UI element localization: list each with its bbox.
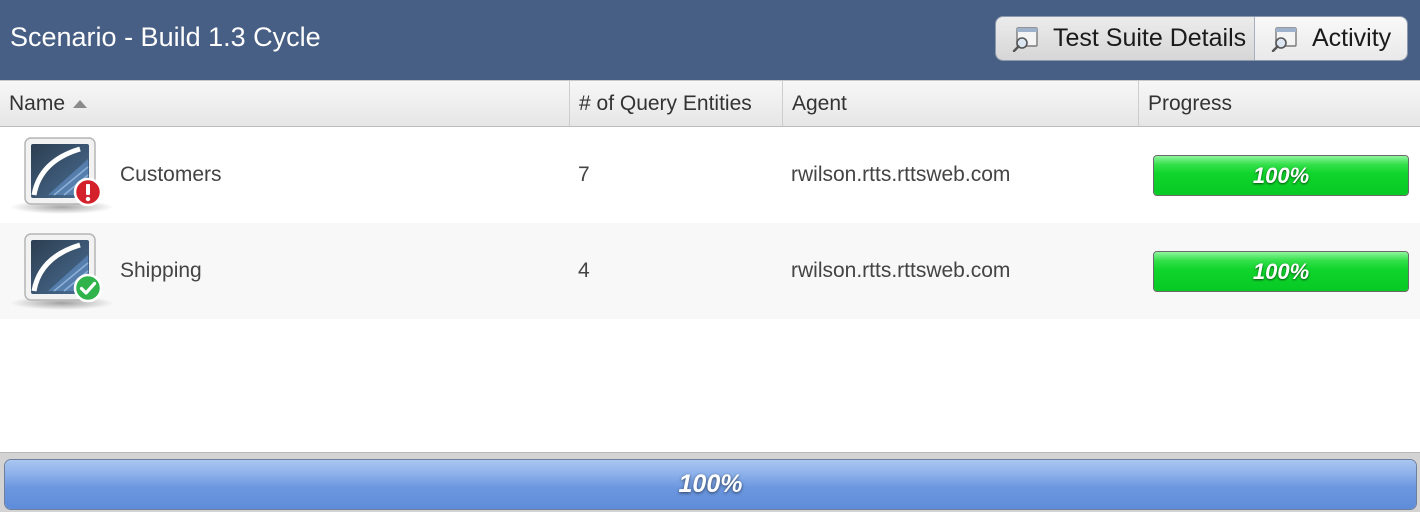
view-toggle-group: Test Suite Details Activity xyxy=(995,16,1408,61)
column-header-agent[interactable]: Agent xyxy=(783,81,1139,126)
row-name: Shipping xyxy=(120,259,202,282)
column-header-query-entities[interactable]: # of Query Entities xyxy=(570,81,783,126)
error-badge-icon xyxy=(73,177,103,207)
overall-progress-label: 100% xyxy=(678,470,743,498)
row-progress-label: 100% xyxy=(1252,258,1310,284)
success-check-icon xyxy=(73,273,103,303)
row-name: Customers xyxy=(120,163,222,186)
row-progress-bar: 100% xyxy=(1153,155,1409,196)
scenario-window: Scenario - Build 1.3 Cycle Test Suite De… xyxy=(0,0,1420,512)
row-progress-bar: 100% xyxy=(1153,251,1409,292)
magnifier-icon xyxy=(1012,26,1038,52)
test-suite-details-label: Test Suite Details xyxy=(1053,24,1247,52)
scenario-entity-icon xyxy=(10,137,114,214)
test-suite-details-button[interactable]: Test Suite Details xyxy=(996,17,1255,60)
table-row[interactable]: Customers 7 rwilson.rtts.rttsweb.com 100… xyxy=(0,127,1420,223)
column-header-progress-label: Progress xyxy=(1148,91,1233,115)
column-header-query-entities-label: # of Query Entities xyxy=(579,91,752,115)
row-agent: rwilson.rtts.rttsweb.com xyxy=(791,163,1011,186)
sort-ascending-icon xyxy=(73,99,88,108)
column-header-progress[interactable]: Progress xyxy=(1139,81,1420,126)
row-agent: rwilson.rtts.rttsweb.com xyxy=(791,259,1011,282)
column-header-agent-label: Agent xyxy=(792,91,847,115)
page-title: Scenario - Build 1.3 Cycle xyxy=(10,22,321,52)
header-bar: Scenario - Build 1.3 Cycle Test Suite De… xyxy=(0,0,1420,80)
scenario-entity-icon xyxy=(10,233,114,310)
column-header-name-label: Name xyxy=(9,91,66,115)
table-header: Name # of Query Entities Agent Progress xyxy=(0,80,1420,127)
table-row[interactable]: Shipping 4 rwilson.rtts.rttsweb.com 100% xyxy=(0,223,1420,319)
overall-progress-bar: 100% xyxy=(4,459,1417,510)
activity-label: Activity xyxy=(1312,24,1392,52)
row-query-entities: 4 xyxy=(578,259,590,282)
row-query-entities: 7 xyxy=(578,163,590,186)
overall-progress-area: 100% xyxy=(0,452,1420,512)
column-header-name[interactable]: Name xyxy=(0,81,570,126)
magnifier-icon xyxy=(1271,26,1297,52)
activity-button[interactable]: Activity xyxy=(1255,17,1407,60)
row-progress-label: 100% xyxy=(1252,162,1310,188)
